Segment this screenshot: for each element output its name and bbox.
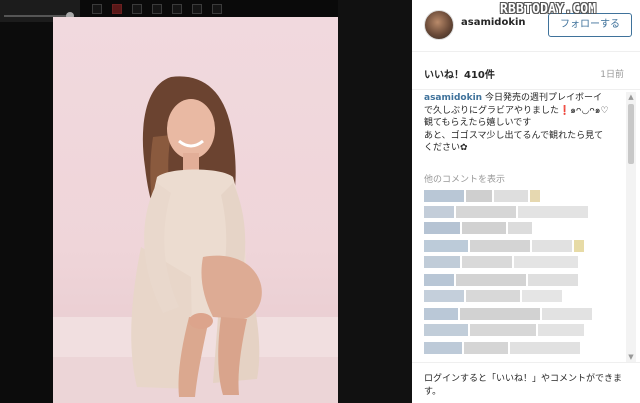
more-comments-link[interactable]: 他のコメントを表示 — [424, 172, 505, 185]
toolbar-icon[interactable] — [132, 4, 142, 14]
obscured-comment — [424, 240, 584, 252]
post-timestamp[interactable]: 1日前 — [600, 67, 624, 80]
toolbar-icon[interactable] — [152, 4, 162, 14]
viewer-side-panel — [338, 0, 412, 403]
toolbar-icon[interactable] — [172, 4, 182, 14]
post-caption: asamidokin 今日発売の週刊プレイボーイ で久しぶりにグラビアやりました… — [424, 92, 624, 155]
obscured-comment — [424, 206, 588, 218]
scroll-up-icon[interactable]: ▲ — [626, 92, 636, 102]
post-footer: ログインすると「いいね！」やコメントができます。 — [412, 362, 640, 403]
hands-shape — [189, 313, 213, 329]
likes-row: いいね！410件 1日前 — [412, 52, 640, 90]
knees-shape — [201, 255, 262, 319]
post-username[interactable]: asamidokin — [461, 17, 526, 28]
obscured-comment — [424, 222, 532, 234]
caption-line: あと、ゴゴスマ少し出てるんで観れたら見て — [424, 130, 604, 141]
toolbar-icon[interactable] — [192, 4, 202, 14]
comments-section: asamidokin 今日発売の週刊プレイボーイ で久しぶりにグラビアやりました… — [412, 90, 626, 362]
obscured-comment — [424, 308, 592, 320]
obscured-comment — [424, 342, 580, 354]
caption-line: 今日発売の週刊プレイボーイ — [482, 93, 602, 103]
caption-line: 観てもらえたら嬉しいです — [424, 118, 532, 128]
obscured-comment — [424, 290, 562, 302]
photo-viewer — [0, 0, 412, 403]
obscured-comment — [424, 274, 578, 286]
comments-scrollbar[interactable]: ▲ ▼ — [626, 92, 636, 362]
caption-username[interactable]: asamidokin — [424, 93, 482, 103]
face-shape — [167, 99, 215, 159]
instagram-post-panel: asamidokin フォローする いいね！410件 1日前 asamidoki… — [412, 0, 640, 403]
scroll-down-icon[interactable]: ▼ — [626, 352, 636, 362]
photo-illustration — [53, 76, 338, 403]
obscured-comment — [424, 190, 540, 202]
toolbar-icon[interactable] — [212, 4, 222, 14]
record-icon[interactable] — [112, 4, 122, 14]
post-photo — [53, 17, 338, 403]
avatar[interactable] — [424, 10, 454, 40]
site-watermark: RBBTODAY.COM — [500, 2, 597, 17]
obscured-comment — [424, 256, 578, 268]
obscured-comment — [424, 324, 584, 336]
toolbar-icons — [92, 4, 222, 14]
scroll-thumb[interactable] — [628, 104, 634, 164]
caption-line: で久しぶりにグラビアやりました❗️๑ᴖ◡ᴖ๑♡ — [424, 105, 609, 116]
caption-line: ください✿ — [424, 143, 468, 153]
likes-count[interactable]: いいね！410件 — [424, 66, 495, 81]
login-prompt[interactable]: ログインすると「いいね！」やコメントができます。 — [424, 373, 624, 398]
toolbar-icon[interactable] — [92, 4, 102, 14]
